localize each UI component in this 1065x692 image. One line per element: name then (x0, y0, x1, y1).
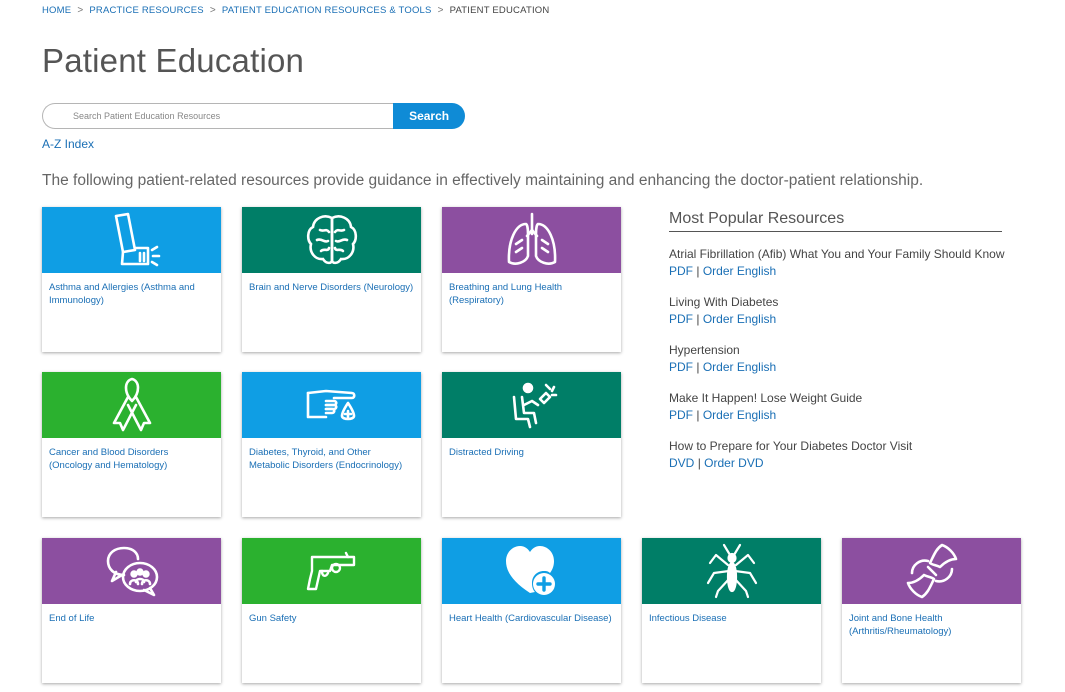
link-separator: | (696, 264, 700, 278)
card-label: Cancer and Blood Disorders (Oncology and… (49, 447, 169, 471)
link-separator: | (696, 312, 700, 326)
resource-links: PDF | Order English (669, 406, 1014, 424)
breadcrumb-patient-education-tools[interactable]: PATIENT EDUCATION RESOURCES & TOOLS (222, 5, 432, 16)
lungs-icon (507, 212, 556, 265)
most-popular-resources: Most Popular Resources Atrial Fibrillati… (669, 210, 1014, 472)
card-cancer-blood[interactable]: Cancer and Blood Disorders (Oncology and… (42, 372, 221, 517)
card-banner (642, 538, 821, 604)
revolver-icon (306, 551, 355, 591)
card-banner (42, 538, 221, 604)
resource-title: Make It Happen! Lose Weight Guide (669, 391, 863, 405)
card-banner (442, 538, 621, 604)
intro-text: The following patient-related resources … (42, 172, 924, 189)
list-item: How to Prepare for Your Diabetes Doctor … (669, 438, 1014, 472)
mosquito-icon (706, 543, 757, 599)
resource-link-order[interactable]: Order English (703, 312, 776, 326)
section-heading: Most Popular Resources (669, 210, 1002, 232)
resource-links: PDF | Order English (669, 310, 1014, 328)
list-item: Living With Diabetes PDF | Order English (669, 294, 1014, 328)
breadcrumb-current: PATIENT EDUCATION (449, 5, 550, 16)
card-joint-bone[interactable]: Joint and Bone Health (Arthritis/Rheumat… (842, 538, 1021, 683)
resource-links: DVD | Order DVD (669, 454, 1014, 472)
breadcrumb-home[interactable]: HOME (42, 5, 71, 16)
chevron-right-icon: > (209, 5, 216, 16)
card-banner (242, 372, 421, 438)
card-label: Joint and Bone Health (Arthritis/Rheumat… (849, 613, 952, 637)
card-label: Brain and Nerve Disorders (Neurology) (249, 282, 414, 293)
distracted-driver-icon (512, 382, 557, 429)
resource-link-order[interactable]: Order English (703, 264, 776, 278)
search-button[interactable]: Search (393, 103, 465, 129)
resource-title: How to Prepare for Your Diabetes Doctor … (669, 439, 913, 453)
card-label: Asthma and Allergies (Asthma and Immunol… (49, 282, 195, 306)
card-banner (42, 372, 221, 438)
link-separator: | (697, 456, 701, 470)
brain-icon (306, 215, 357, 265)
card-distracted-driving[interactable]: Distracted Driving (442, 372, 621, 517)
search-input[interactable] (42, 103, 394, 129)
resource-title: Hypertension (669, 343, 740, 357)
card-label: End of Life (49, 613, 95, 624)
card-banner (42, 207, 221, 273)
card-label: Gun Safety (249, 613, 297, 624)
resource-title: Living With Diabetes (669, 295, 779, 309)
page-title: Patient Education (42, 42, 305, 79)
link-separator: | (696, 360, 700, 374)
chevron-right-icon: > (437, 5, 444, 16)
resource-title: Atrial Fibrillation (Afib) What You and … (669, 247, 1005, 261)
card-gun-safety[interactable]: Gun Safety (242, 538, 421, 683)
card-breathing-lung[interactable]: Breathing and Lung Health (Respiratory) (442, 207, 621, 352)
card-infectious-disease[interactable]: Infectious Disease (642, 538, 821, 683)
joint-icon (906, 543, 957, 599)
chevron-right-icon: > (77, 5, 84, 16)
card-end-of-life[interactable]: End of Life (42, 538, 221, 683)
search-bar: Search (42, 103, 465, 129)
resource-link-primary[interactable]: PDF (669, 264, 693, 278)
card-diabetes-endocrinology[interactable]: Diabetes, Thyroid, and Other Metabolic D… (242, 372, 421, 517)
resource-link-order[interactable]: Order English (703, 408, 776, 422)
resource-link-primary[interactable]: PDF (669, 408, 693, 422)
resource-link-primary[interactable]: DVD (669, 456, 694, 470)
card-banner (442, 372, 621, 438)
finger-prick-icon (306, 389, 356, 421)
speech-bubbles-icon (106, 546, 158, 597)
card-banner (442, 207, 621, 273)
card-heart-health[interactable]: Heart Health (Cardiovascular Disease) (442, 538, 621, 683)
breadcrumb: HOME > PRACTICE RESOURCES > PATIENT EDUC… (42, 5, 549, 16)
card-label: Heart Health (Cardiovascular Disease) (449, 613, 612, 624)
resource-link-order[interactable]: Order DVD (704, 456, 763, 470)
inhaler-icon (114, 212, 160, 267)
card-asthma-allergies[interactable]: Asthma and Allergies (Asthma and Immunol… (42, 207, 221, 352)
breadcrumb-practice-resources[interactable]: PRACTICE RESOURCES (89, 5, 203, 16)
resource-links: PDF | Order English (669, 262, 1014, 280)
link-separator: | (696, 408, 700, 422)
resource-link-order[interactable]: Order English (703, 360, 776, 374)
list-item: Hypertension PDF | Order English (669, 342, 1014, 376)
card-banner (242, 207, 421, 273)
card-banner (242, 538, 421, 604)
card-brain-nerve[interactable]: Brain and Nerve Disorders (Neurology) (242, 207, 421, 352)
card-label: Distracted Driving (449, 447, 524, 458)
resource-links: PDF | Order English (669, 358, 1014, 376)
resource-link-primary[interactable]: PDF (669, 312, 693, 326)
ribbon-icon (112, 377, 151, 432)
resource-link-primary[interactable]: PDF (669, 360, 693, 374)
card-banner (842, 538, 1021, 604)
list-item: Atrial Fibrillation (Afib) What You and … (669, 246, 1014, 280)
heart-plus-icon (505, 546, 555, 595)
list-item: Make It Happen! Lose Weight Guide PDF | … (669, 390, 1014, 424)
card-label: Diabetes, Thyroid, and Other Metabolic D… (249, 447, 403, 471)
card-label: Infectious Disease (649, 613, 727, 624)
card-label: Breathing and Lung Health (Respiratory) (449, 282, 563, 306)
az-index-link[interactable]: A-Z Index (42, 137, 94, 151)
